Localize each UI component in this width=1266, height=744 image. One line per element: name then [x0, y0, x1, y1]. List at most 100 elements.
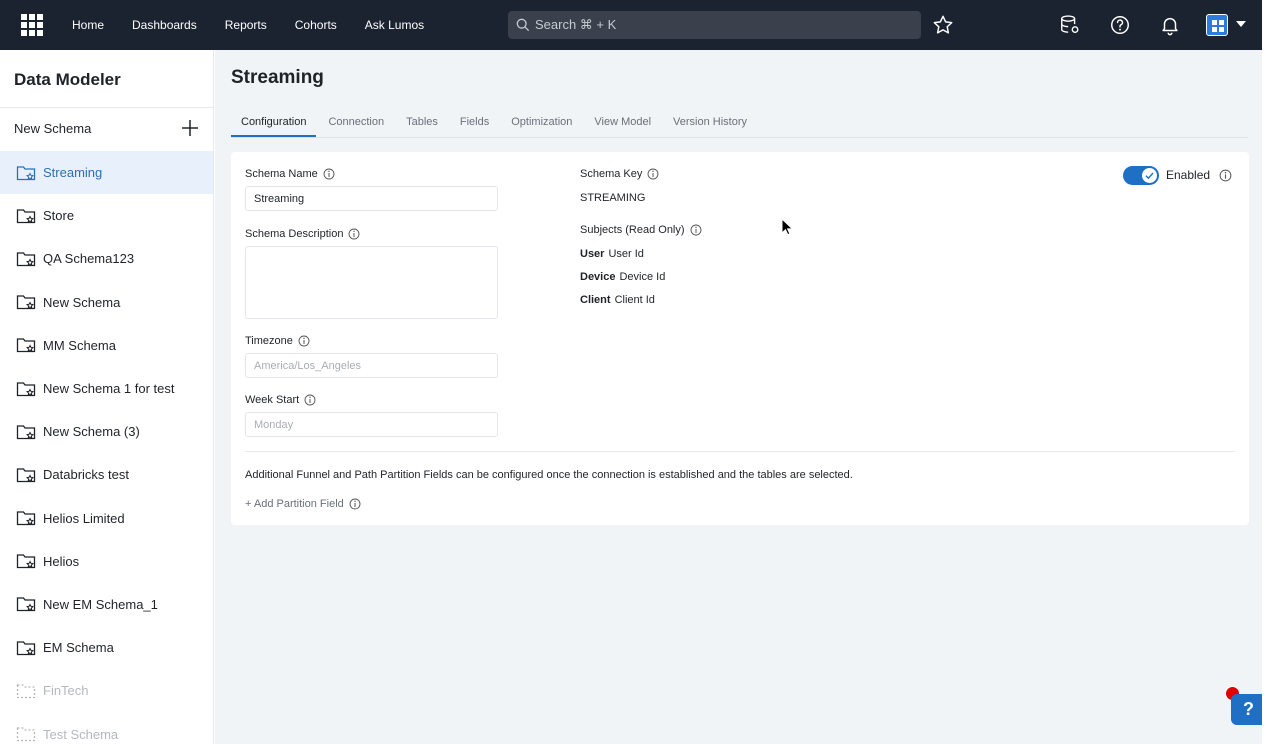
tab-version-history[interactable]: Version History [663, 106, 757, 137]
info-icon[interactable] [298, 335, 310, 347]
chevron-down-icon[interactable] [1236, 21, 1246, 27]
week-start-select[interactable]: Monday [245, 412, 498, 437]
enabled-label: Enabled [1166, 168, 1232, 182]
subject-id: User Id [608, 248, 644, 260]
folder-star-icon [16, 641, 36, 655]
sidebar-item-label: Helios Limited [43, 510, 125, 526]
tab-fields[interactable]: Fields [450, 106, 499, 137]
sidebar-item-schema[interactable]: New Schema [0, 281, 213, 324]
help-circle-icon[interactable] [1109, 14, 1131, 36]
nav-cohorts[interactable]: Cohorts [295, 18, 337, 32]
sidebar-item-schema[interactable]: EM Schema [0, 626, 213, 669]
window-edge [1262, 0, 1266, 744]
mouse-cursor-icon [781, 218, 793, 236]
tab-tables[interactable]: Tables [396, 106, 448, 137]
tab-bar: Configuration Connection Tables Fields Optim… [231, 106, 1248, 138]
enabled-label-text: Enabled [1166, 168, 1211, 182]
schema-list: Streaming Store QA Schema123 New Schema MM S… [0, 151, 213, 744]
sidebar-item-label: New Schema (3) [43, 424, 140, 440]
folder-star-icon [16, 209, 36, 223]
sidebar-item-schema[interactable]: MM Schema [0, 324, 213, 367]
info-icon[interactable] [304, 394, 316, 406]
subject-row: Client Client Id [580, 294, 655, 306]
schema-key-label-text: Schema Key [580, 168, 643, 180]
subject-id: Device Id [619, 271, 666, 283]
main-content: Streaming Configuration Connection Tables F… [215, 50, 1262, 744]
sidebar-item-label: EM Schema [43, 640, 114, 656]
sidebar-divider [0, 107, 213, 108]
nav-reports[interactable]: Reports [225, 18, 267, 32]
sidebar-item-schema[interactable]: New EM Schema_1 [0, 583, 213, 626]
sidebar-item-label: New EM Schema_1 [43, 596, 158, 612]
star-icon[interactable] [932, 14, 954, 36]
info-icon[interactable] [348, 228, 360, 240]
schema-key-value: STREAMING [580, 192, 646, 204]
subject-id: Client Id [614, 294, 655, 306]
sidebar-item-schema[interactable]: Helios [0, 540, 213, 583]
sidebar-item-schema[interactable]: FinTech [0, 669, 213, 712]
bell-icon[interactable] [1159, 14, 1181, 36]
app-grid-icon[interactable] [21, 14, 43, 36]
tab-view-model[interactable]: View Model [584, 106, 661, 137]
sidebar-item-schema[interactable]: New Schema (3) [0, 410, 213, 453]
folder-star-icon [16, 468, 36, 483]
tab-connection[interactable]: Connection [318, 106, 394, 137]
sidebar-item-label: MM Schema [43, 337, 116, 353]
schema-description-label: Schema Description [245, 228, 360, 240]
week-start-label-text: Week Start [245, 394, 300, 406]
add-partition-field-button[interactable]: + Add Partition Field [245, 498, 361, 510]
subject-row: User User Id [580, 248, 644, 260]
sidebar-item-schema[interactable]: Streaming [0, 151, 213, 195]
info-icon[interactable] [690, 224, 702, 236]
timezone-label-text: Timezone [245, 335, 293, 347]
search-input[interactable]: Search ⌘ + K [508, 11, 921, 39]
enabled-toggle[interactable] [1123, 166, 1159, 185]
page-title: Streaming [231, 67, 324, 88]
sidebar-title: Data Modeler [14, 70, 121, 89]
add-partition-label: + Add Partition Field [245, 498, 344, 510]
sidebar-item-schema[interactable]: New Schema 1 for test [0, 367, 213, 410]
configuration-card: Schema Name Streaming Schema Description… [231, 152, 1249, 525]
sidebar-item-schema[interactable]: Store [0, 194, 213, 237]
sidebar-item-schema[interactable]: Databricks test [0, 453, 213, 496]
sidebar-item-label: Helios [43, 553, 80, 569]
sidebar-item-label: New Schema [43, 294, 121, 310]
tab-optimization[interactable]: Optimization [501, 106, 582, 137]
search-placeholder: Search ⌘ + K [535, 17, 617, 32]
info-icon[interactable] [1219, 169, 1232, 182]
nav-ask-lumos[interactable]: Ask Lumos [365, 18, 424, 32]
sidebar-item-schema[interactable]: Test Schema [0, 712, 213, 744]
folder-star-icon [16, 727, 36, 742]
sidebar-item-label: Databricks test [43, 467, 129, 483]
nav-home[interactable]: Home [72, 18, 104, 32]
top-navigation-bar: Home Dashboards Reports Cohorts Ask Lumo… [0, 0, 1262, 50]
org-switcher-icon[interactable] [1206, 14, 1228, 36]
folder-star-icon [16, 295, 36, 310]
info-icon[interactable] [647, 168, 659, 180]
timezone-label: Timezone [245, 335, 310, 347]
week-start-label: Week Start [245, 394, 316, 406]
timezone-select[interactable]: America/Los_Angeles [245, 353, 498, 378]
toggle-knob [1142, 168, 1157, 183]
folder-star-icon [16, 381, 36, 396]
sidebar-item-label: FinTech [43, 683, 89, 699]
help-button[interactable]: ? [1231, 694, 1266, 725]
folder-star-icon [16, 684, 36, 698]
schema-name-input[interactable]: Streaming [245, 186, 498, 211]
nav-dashboards[interactable]: Dashboards [132, 18, 197, 32]
schema-key-label: Schema Key [580, 168, 659, 180]
tab-configuration[interactable]: Configuration [231, 106, 317, 137]
sidebar-item-schema[interactable]: QA Schema123 [0, 237, 213, 280]
main-nav: Home Dashboards Reports Cohorts Ask Lumo… [72, 0, 452, 50]
partition-note: Additional Funnel and Path Partition Fie… [245, 469, 853, 481]
folder-star-icon [16, 511, 36, 526]
schema-description-textarea[interactable] [245, 246, 498, 319]
database-settings-icon[interactable] [1059, 14, 1081, 36]
sidebar-item-label: Store [43, 208, 75, 224]
info-icon[interactable] [349, 498, 361, 510]
subject-row: Device Device Id [580, 271, 665, 283]
sidebar-item-schema[interactable]: Helios Limited [0, 497, 213, 540]
sidebar-item-label: Test Schema [43, 726, 119, 742]
info-icon[interactable] [323, 168, 335, 180]
add-schema-icon[interactable] [180, 118, 200, 138]
